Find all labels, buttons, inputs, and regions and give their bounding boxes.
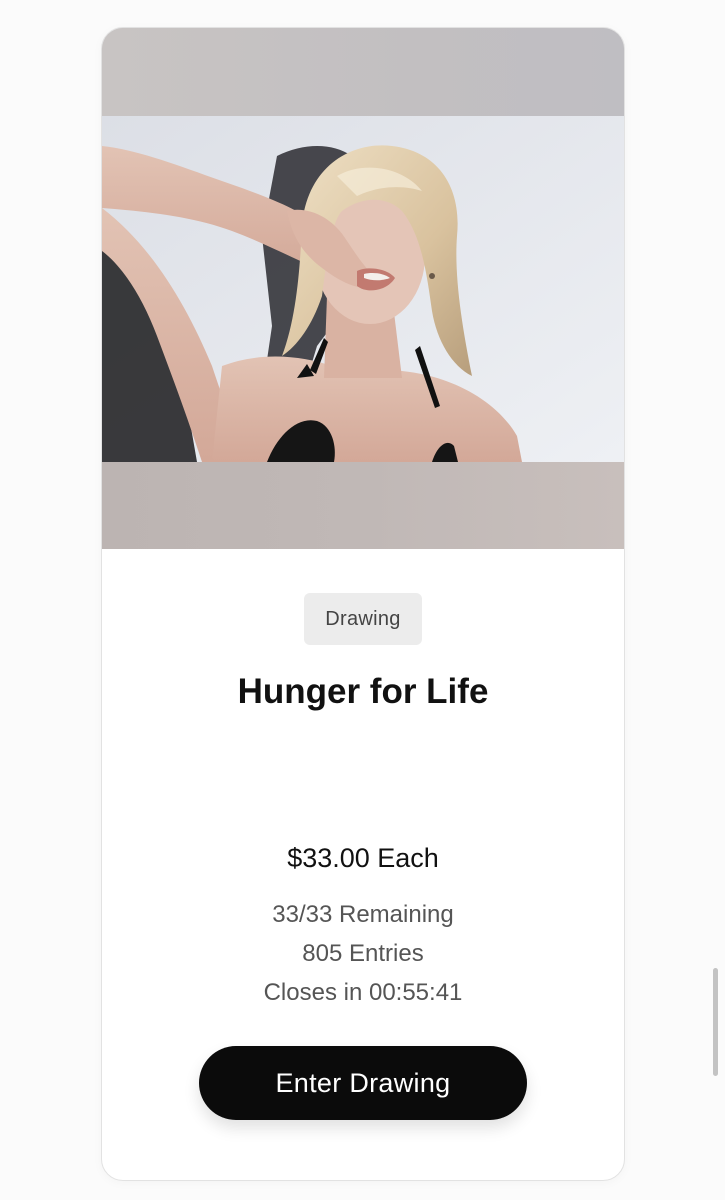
closing-countdown: Closes in 00:55:41 [263,979,463,1006]
drawing-badge: Drawing [304,593,422,645]
entries-count: 805 Entries [302,940,424,967]
remaining-count: 33/33 Remaining [272,901,454,928]
product-photo [102,116,624,462]
enter-drawing-button[interactable]: Enter Drawing [199,1046,527,1120]
page-viewport: Drawing Hunger for Life $33.00 Each 33/3… [0,0,725,1200]
image-blur-band-bottom [102,462,624,549]
image-blur-band-top [102,28,624,116]
price-each: $33.00 Each [287,843,439,873]
drawing-card[interactable]: Drawing Hunger for Life $33.00 Each 33/3… [101,27,625,1181]
page-scrollbar[interactable] [713,968,718,1076]
drawing-title[interactable]: Hunger for Life [102,672,624,712]
product-image-area[interactable] [102,28,624,549]
